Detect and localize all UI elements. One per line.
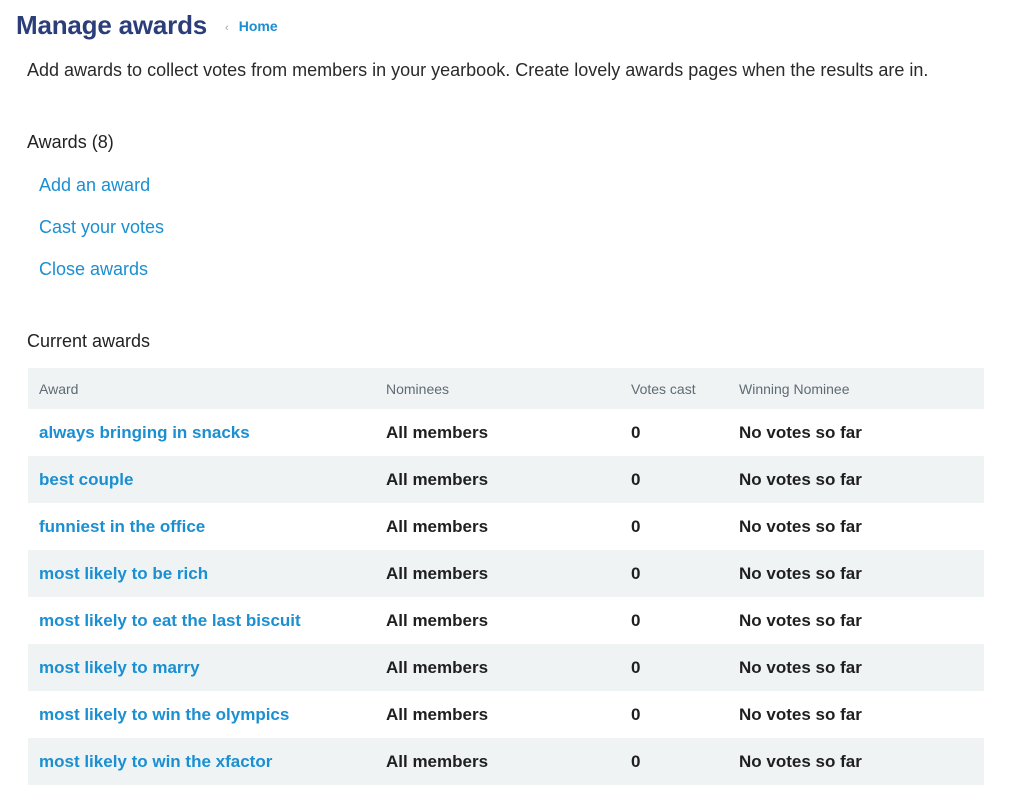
table-row: most likely to be rich All members 0 No vot… (28, 550, 984, 597)
winning-nominee-cell: No votes so far (739, 610, 862, 630)
table-header-row: Award Nominees Votes cast Winning Nomine… (28, 368, 984, 409)
nominees-cell: All members (386, 610, 489, 630)
nominees-cell: All members (386, 422, 489, 442)
winning-nominee-cell: No votes so far (739, 422, 862, 442)
column-header-award: Award (28, 368, 375, 409)
nominees-cell: All members (386, 704, 489, 724)
award-cell: best couple (28, 456, 375, 503)
award-link[interactable]: most likely to win the xfactor (39, 752, 272, 771)
intro-text: Add awards to collect votes from members… (27, 60, 929, 80)
awards-table-body: always bringing in snacks All members 0 No … (28, 409, 984, 785)
add-award-link[interactable]: Add an award (39, 175, 150, 195)
award-cell: most likely to win the olympics (28, 691, 375, 738)
table-row: most likely to marry All members 0 No votes… (28, 644, 984, 691)
award-cell: always bringing in snacks (28, 409, 375, 456)
votes-cast-cell: 0 (631, 610, 641, 630)
award-cell: most likely to be rich (28, 550, 375, 597)
table-row: funniest in the office All members 0 No vot… (28, 503, 984, 550)
winning-nominee-cell: No votes so far (728, 738, 984, 785)
votes-cast-cell: 0 (631, 516, 641, 536)
award-link[interactable]: most likely to eat the last biscuit (39, 611, 301, 630)
page-header: Manage awards ‹ Home (16, 10, 278, 41)
chevron-left-icon: ‹ (225, 22, 229, 34)
table-row: most likely to win the xfactor All member… (28, 738, 984, 785)
table-row: most likely to eat the last biscuit All m… (28, 597, 984, 644)
votes-cast-cell: 0 (631, 422, 641, 442)
votes-cast-cell: 0 (631, 704, 641, 724)
action-item: Add an award (39, 175, 164, 217)
column-header-votes-cast: Votes cast (620, 368, 728, 409)
award-cell: funniest in the office (28, 503, 375, 550)
winning-nominee-cell: No votes so far (739, 516, 862, 536)
award-link[interactable]: always bringing in snacks (39, 423, 250, 442)
awards-heading: Awards (8) (27, 132, 114, 152)
table-row: most likely to win the olympics All membe… (28, 691, 984, 738)
column-header-winning-nominee: Winning Nominee (728, 368, 984, 409)
award-link[interactable]: best couple (39, 470, 133, 489)
current-awards-heading: Current awards (27, 331, 151, 351)
award-cell: most likely to win the xfactor (28, 738, 375, 785)
votes-cast-cell: 0 (620, 456, 728, 503)
votes-cast-cell: 0 (620, 644, 728, 691)
awards-table: Award Nominees Votes cast Winning Nomine… (28, 368, 984, 785)
award-link[interactable]: most likely to marry (39, 658, 200, 677)
action-item: Cast your votes (39, 217, 164, 259)
table-row: best couple All members 0 No votes so far (28, 456, 984, 503)
table-row: always bringing in snacks All members 0 No … (28, 409, 984, 456)
votes-cast-cell: 0 (620, 550, 728, 597)
award-link[interactable]: most likely to win the olympics (39, 705, 289, 724)
column-header-nominees: Nominees (375, 368, 620, 409)
award-link[interactable]: funniest in the office (39, 517, 205, 536)
breadcrumb-home-link[interactable]: Home (239, 18, 278, 34)
award-cell: most likely to marry (28, 644, 375, 691)
action-item: Close awards (39, 259, 164, 301)
award-link[interactable]: most likely to be rich (39, 564, 208, 583)
close-awards-link[interactable]: Close awards (39, 259, 148, 279)
nominees-cell: All members (375, 550, 620, 597)
winning-nominee-cell: No votes so far (728, 644, 984, 691)
nominees-cell: All members (386, 516, 489, 536)
winning-nominee-cell: No votes so far (728, 456, 984, 503)
winning-nominee-cell: No votes so far (739, 704, 862, 724)
awards-action-list: Add an award Cast your votes Close award… (39, 175, 164, 301)
award-cell: most likely to eat the last biscuit (28, 597, 375, 644)
winning-nominee-cell: No votes so far (728, 550, 984, 597)
cast-votes-link[interactable]: Cast your votes (39, 217, 164, 237)
page-title: Manage awards (16, 10, 208, 40)
nominees-cell: All members (375, 644, 620, 691)
votes-cast-cell: 0 (620, 738, 728, 785)
nominees-cell: All members (375, 738, 620, 785)
nominees-cell: All members (375, 456, 620, 503)
